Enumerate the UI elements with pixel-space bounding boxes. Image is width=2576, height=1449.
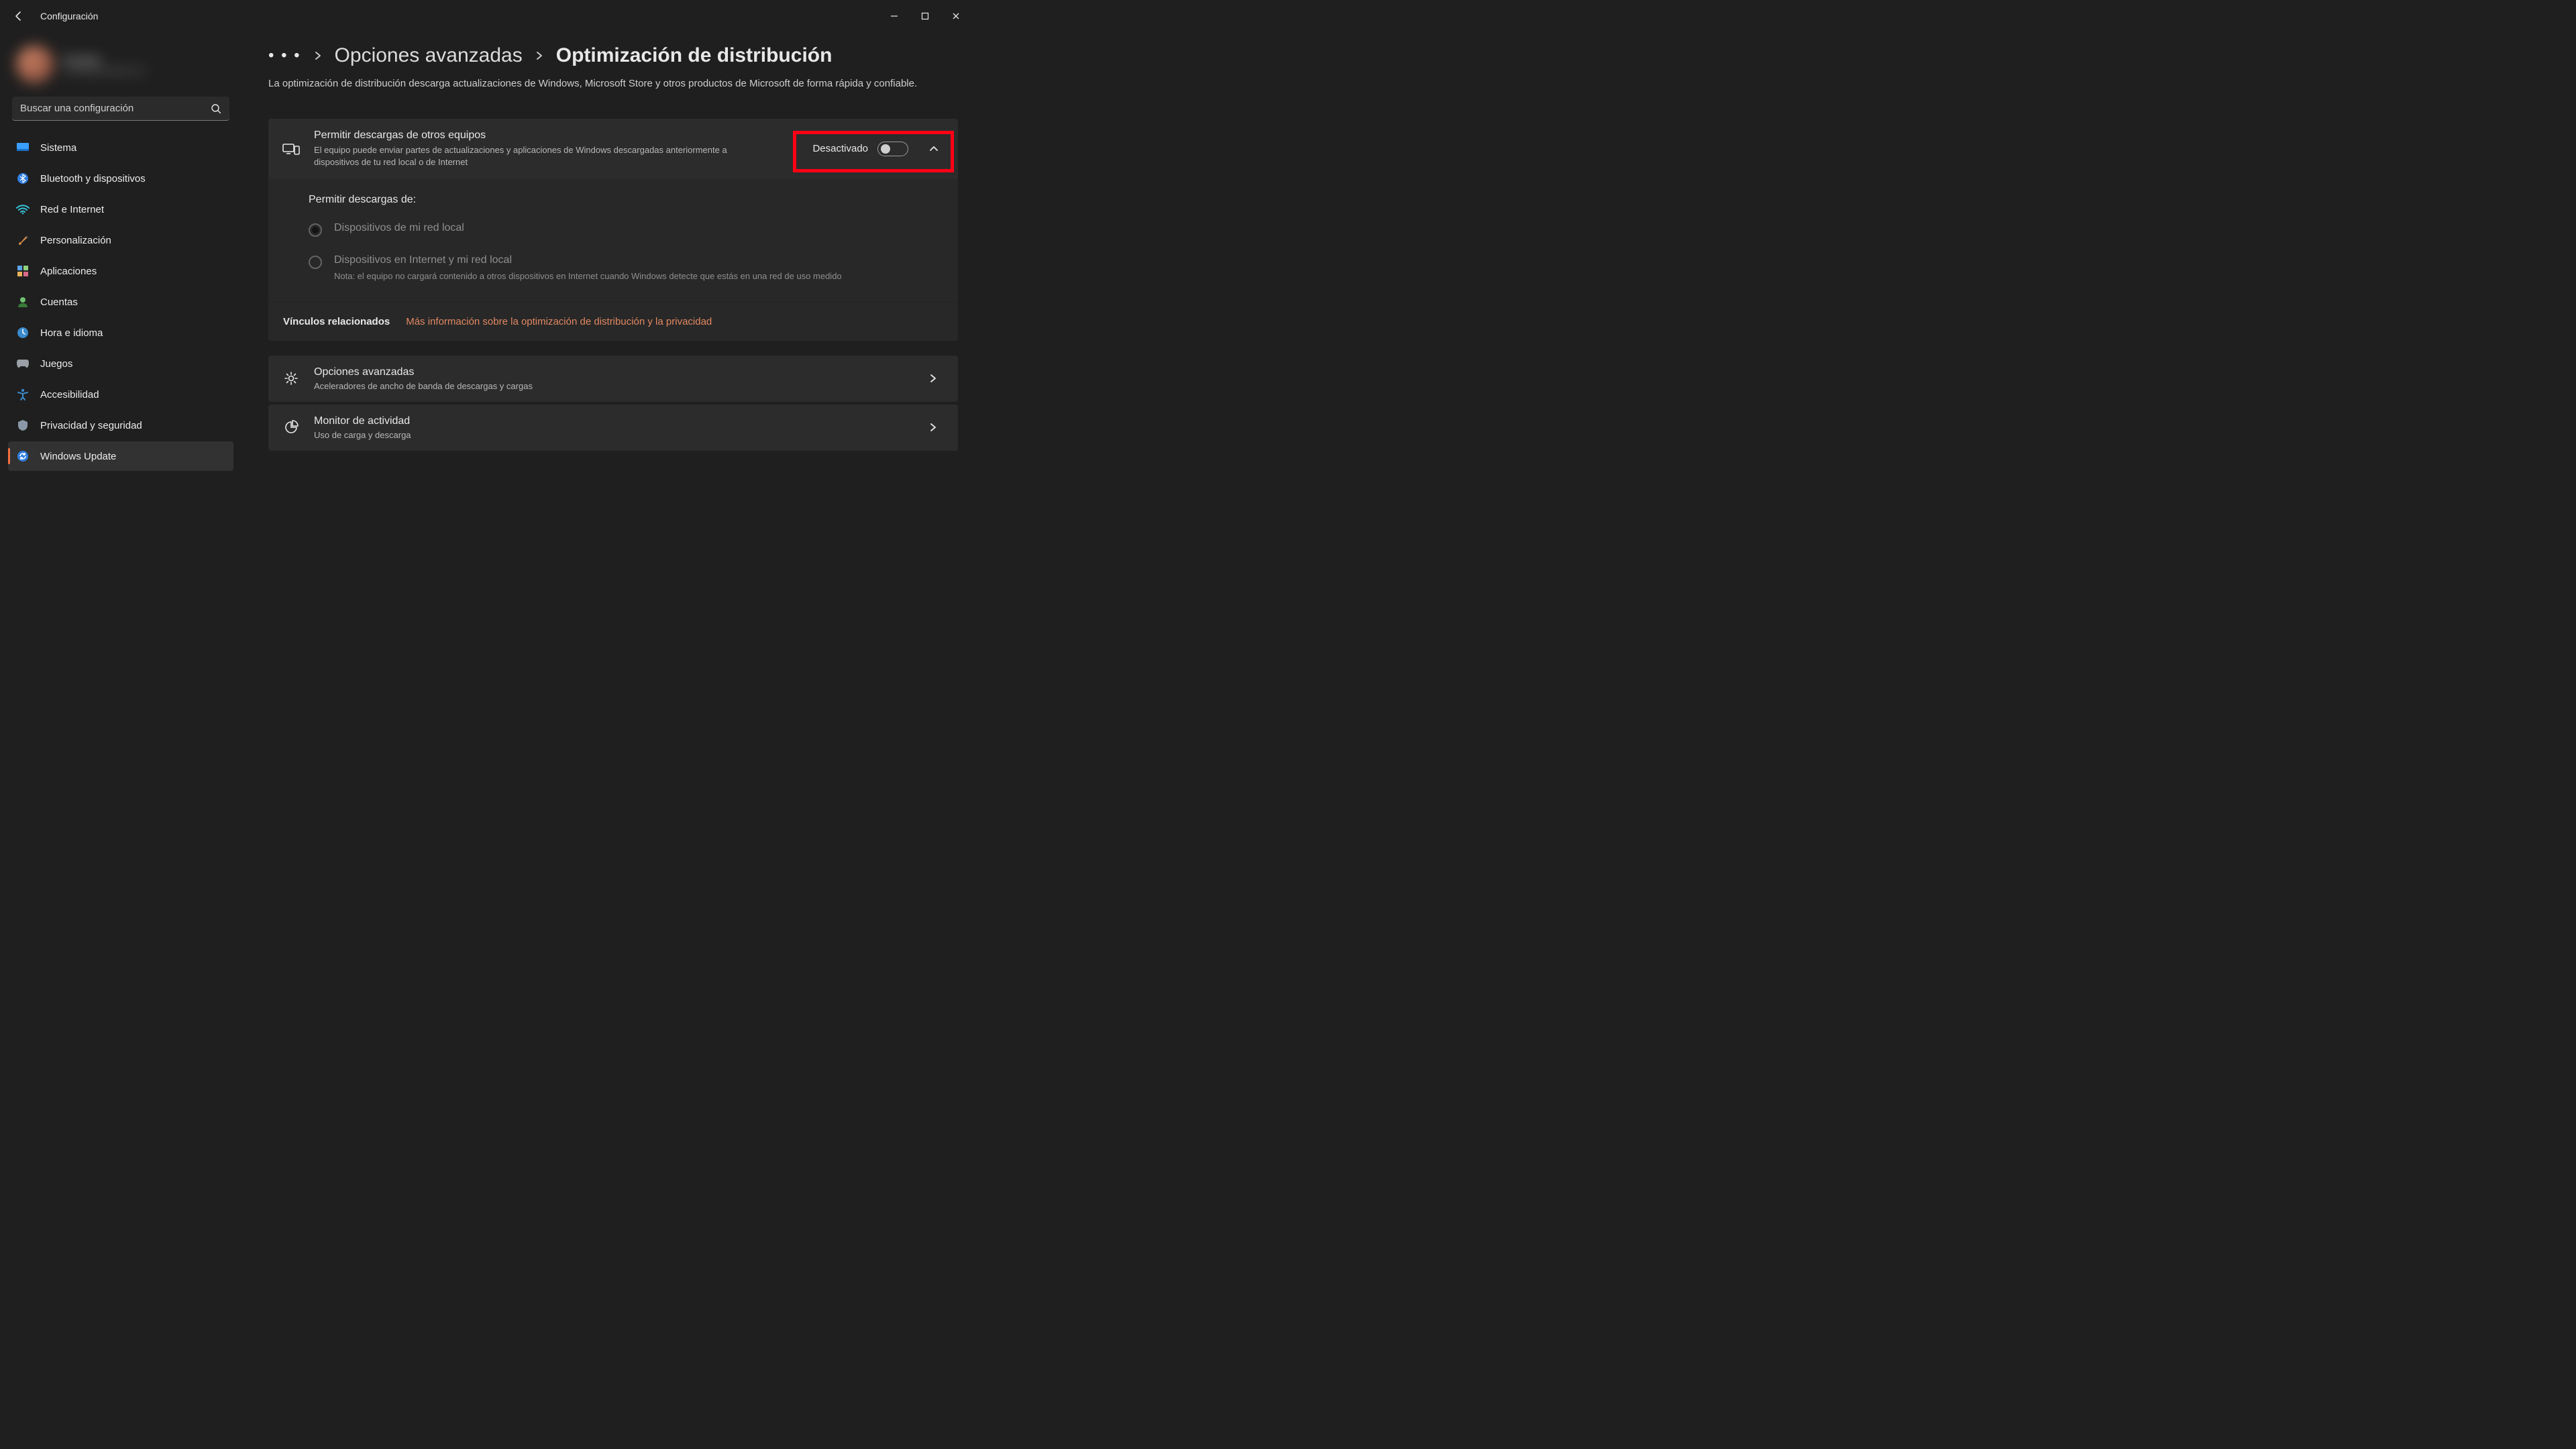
sidebar-item-label: Aplicaciones: [40, 266, 97, 277]
sidebar-item-network[interactable]: Red e Internet: [8, 195, 233, 224]
gear-icon: [282, 371, 301, 386]
related-link-privacy[interactable]: Más información sobre la optimización de…: [406, 316, 712, 327]
sidebar-item-label: Sistema: [40, 142, 76, 154]
subpanel-heading: Permitir descargas de:: [309, 194, 918, 206]
radio-option-local[interactable]: Dispositivos de mi red local: [309, 222, 918, 237]
row-title: Opciones avanzadas: [314, 366, 915, 378]
pie-chart-icon: [282, 420, 301, 435]
maximize-icon: [921, 12, 929, 20]
wifi-icon: [16, 204, 30, 215]
sidebar-item-gaming[interactable]: Juegos: [8, 349, 233, 378]
sidebar-item-label: Juegos: [40, 358, 72, 370]
allow-downloads-toggle[interactable]: [877, 142, 908, 156]
sidebar-item-personalization[interactable]: Personalización: [8, 225, 233, 255]
radio-icon: [309, 223, 322, 237]
close-button[interactable]: [941, 5, 971, 27]
activity-monitor-row[interactable]: Monitor de actividad Uso de carga y desc…: [268, 405, 958, 451]
sidebar-item-privacy[interactable]: Privacidad y seguridad: [8, 411, 233, 440]
search-icon: [211, 103, 221, 114]
sidebar-item-apps[interactable]: Aplicaciones: [8, 256, 233, 286]
accessibility-icon: [16, 388, 30, 400]
chevron-right-icon: [313, 51, 323, 60]
radio-option-internet[interactable]: Dispositivos en Internet y mi red local …: [309, 254, 918, 283]
allow-downloads-card: Permitir descargas de otros equipos El e…: [268, 119, 958, 179]
toggle-state-label: Desactivado: [812, 143, 868, 154]
allow-downloads-title: Permitir descargas de otros equipos: [314, 129, 792, 142]
collapse-button[interactable]: [928, 144, 945, 154]
clock-icon: [16, 327, 30, 339]
advanced-options-row[interactable]: Opciones avanzadas Aceleradores de ancho…: [268, 356, 958, 402]
sidebar-item-bluetooth[interactable]: Bluetooth y dispositivos: [8, 164, 233, 193]
sidebar-item-system[interactable]: Sistema: [8, 133, 233, 162]
minimize-button[interactable]: [879, 5, 910, 27]
avatar: [16, 46, 54, 83]
row-title: Monitor de actividad: [314, 415, 915, 427]
sidebar-nav: Sistema Bluetooth y dispositivos Red e I…: [8, 133, 233, 471]
window-title: Configuración: [40, 11, 98, 21]
chevron-right-icon: [535, 51, 544, 60]
search-input[interactable]: [12, 97, 229, 121]
chevron-right-icon: [928, 423, 945, 432]
sidebar-item-label: Personalización: [40, 235, 111, 246]
related-heading: Vínculos relacionados: [283, 316, 390, 327]
apps-icon: [16, 265, 30, 277]
sidebar-item-label: Bluetooth y dispositivos: [40, 173, 146, 184]
maximize-button[interactable]: [910, 5, 941, 27]
radio-label: Dispositivos de mi red local: [334, 222, 464, 234]
allow-downloads-desc: El equipo puede enviar partes de actuali…: [314, 144, 743, 168]
sidebar-item-label: Privacidad y seguridad: [40, 420, 142, 431]
person-icon: [16, 296, 30, 308]
brush-icon: [16, 234, 30, 246]
close-icon: [952, 12, 960, 20]
allow-downloads-subpanel: Permitir descargas de: Dispositivos de m…: [268, 179, 958, 302]
related-links: Vínculos relacionados Más información so…: [268, 302, 958, 341]
sidebar-item-label: Red e Internet: [40, 204, 104, 215]
minimize-icon: [890, 12, 898, 20]
page-title: Optimización de distribución: [556, 44, 833, 67]
breadcrumb: • • • Opciones avanzadas Optimización de…: [268, 44, 958, 67]
display-icon: [16, 142, 30, 153]
row-desc: Uso de carga y descarga: [314, 430, 915, 440]
sidebar-item-accounts[interactable]: Cuentas: [8, 287, 233, 317]
account-email: usuario@example.com: [63, 66, 146, 75]
sidebar-item-label: Accesibilidad: [40, 389, 99, 400]
sidebar-item-label: Hora e idioma: [40, 327, 103, 339]
sidebar-item-label: Windows Update: [40, 451, 116, 462]
sidebar-item-update[interactable]: Windows Update: [8, 441, 233, 471]
account-name: Usuario: [63, 54, 146, 66]
back-button[interactable]: [5, 3, 32, 30]
sidebar-item-label: Cuentas: [40, 297, 78, 308]
gamepad-icon: [16, 359, 30, 368]
sidebar-item-time[interactable]: Hora e idioma: [8, 318, 233, 347]
arrow-left-icon: [13, 11, 24, 21]
breadcrumb-more[interactable]: • • •: [268, 46, 301, 65]
toggle-knob: [881, 144, 890, 154]
radio-label: Dispositivos en Internet y mi red local: [334, 254, 842, 266]
breadcrumb-link-advanced[interactable]: Opciones avanzadas: [335, 44, 523, 67]
search-box[interactable]: [12, 97, 229, 121]
page-description: La optimización de distribución descarga…: [268, 76, 953, 92]
update-icon: [16, 450, 30, 462]
radio-icon: [309, 256, 322, 269]
account-block[interactable]: Usuario usuario@example.com: [8, 38, 233, 91]
radio-note: Nota: el equipo no cargará contenido a o…: [334, 270, 842, 283]
chevron-up-icon: [928, 144, 939, 154]
chevron-right-icon: [928, 374, 945, 383]
row-desc: Aceleradores de ancho de banda de descar…: [314, 381, 915, 391]
sidebar-item-accessibility[interactable]: Accesibilidad: [8, 380, 233, 409]
shield-icon: [16, 419, 30, 431]
bluetooth-icon: [16, 172, 30, 184]
devices-icon: [282, 142, 301, 156]
